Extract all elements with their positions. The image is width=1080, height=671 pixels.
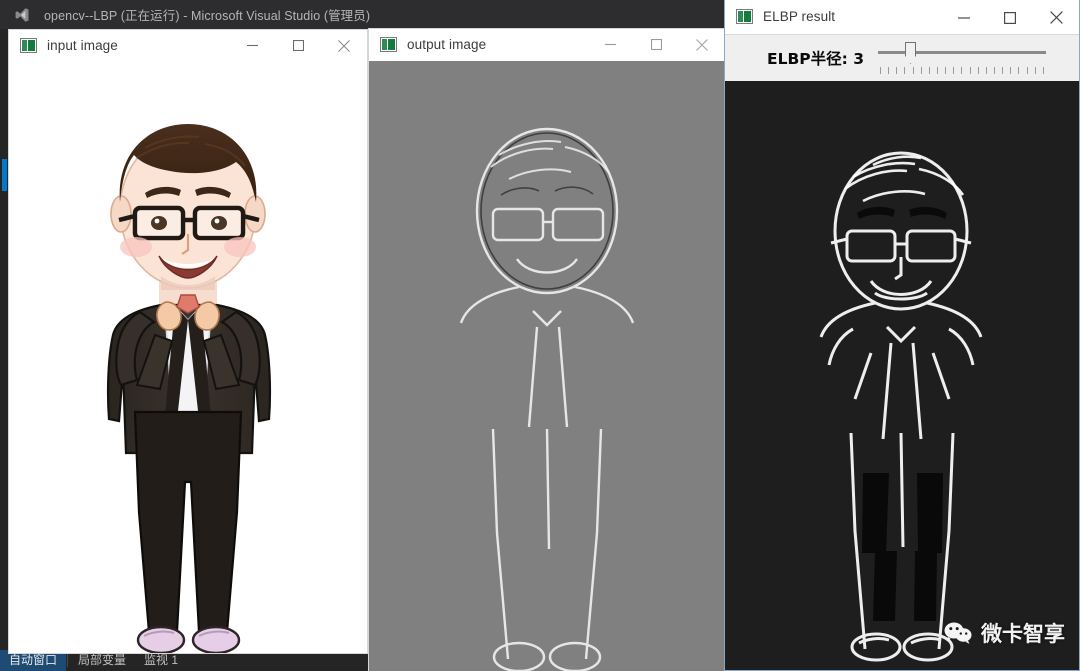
close-icon[interactable] bbox=[1033, 1, 1079, 35]
opencv-window-icon bbox=[736, 9, 753, 24]
elbp-title-bar[interactable]: ELBP result bbox=[725, 0, 1079, 34]
output-image-title-text: output image bbox=[407, 37, 487, 52]
screenshot-root: opencv--LBP (正在运行) - Microsoft Visual St… bbox=[0, 0, 1080, 671]
minimize-icon[interactable] bbox=[587, 29, 633, 61]
vs-title-text: opencv--LBP (正在运行) - Microsoft Visual St… bbox=[44, 9, 371, 23]
elbp-radius-trackbar-label: ELBP半径: 3 bbox=[767, 50, 865, 68]
window-elbp-result[interactable]: ELBP result ELBP半径: 3 微卡智享 bbox=[724, 0, 1080, 671]
visual-studio-logo-icon bbox=[14, 7, 30, 23]
vs-tab-separator bbox=[67, 653, 69, 667]
maximize-icon[interactable] bbox=[633, 29, 679, 61]
window-output-image[interactable]: output image bbox=[369, 29, 725, 671]
lbp-texture-illustration bbox=[369, 61, 725, 671]
slider-ticks bbox=[880, 67, 1044, 74]
elbp-window-controls bbox=[941, 1, 1079, 33]
maximize-icon[interactable] bbox=[987, 1, 1033, 35]
opencv-window-icon bbox=[20, 38, 37, 53]
input-image-title-text: input image bbox=[47, 38, 118, 53]
minimize-icon[interactable] bbox=[941, 1, 987, 35]
minimize-icon[interactable] bbox=[229, 30, 275, 62]
input-image-title-bar[interactable]: input image bbox=[9, 30, 367, 62]
elbp-radius-slider[interactable] bbox=[878, 40, 1047, 76]
elbp-result-canvas: 微卡智享 bbox=[725, 81, 1079, 670]
vs-docked-tab-accent[interactable] bbox=[2, 159, 7, 191]
close-icon[interactable] bbox=[679, 29, 725, 61]
output-image-canvas bbox=[369, 61, 725, 671]
elbp-binary-illustration bbox=[725, 81, 1079, 670]
input-window-controls bbox=[229, 30, 367, 62]
elbp-trackbar-toolbar: ELBP半径: 3 bbox=[725, 34, 1079, 81]
input-image-canvas bbox=[9, 62, 367, 653]
opencv-window-icon bbox=[380, 37, 397, 52]
output-image-title-bar[interactable]: output image bbox=[369, 29, 725, 61]
maximize-icon[interactable] bbox=[275, 30, 321, 62]
window-input-image[interactable]: input image bbox=[9, 30, 367, 653]
cartoon-avatar-illustration bbox=[9, 62, 367, 653]
slider-thumb[interactable] bbox=[905, 42, 917, 64]
slider-groove bbox=[878, 51, 1047, 54]
vs-left-dock-strip bbox=[0, 29, 9, 649]
close-icon[interactable] bbox=[321, 30, 367, 62]
elbp-title-text: ELBP result bbox=[763, 9, 836, 24]
output-window-controls bbox=[587, 29, 725, 61]
